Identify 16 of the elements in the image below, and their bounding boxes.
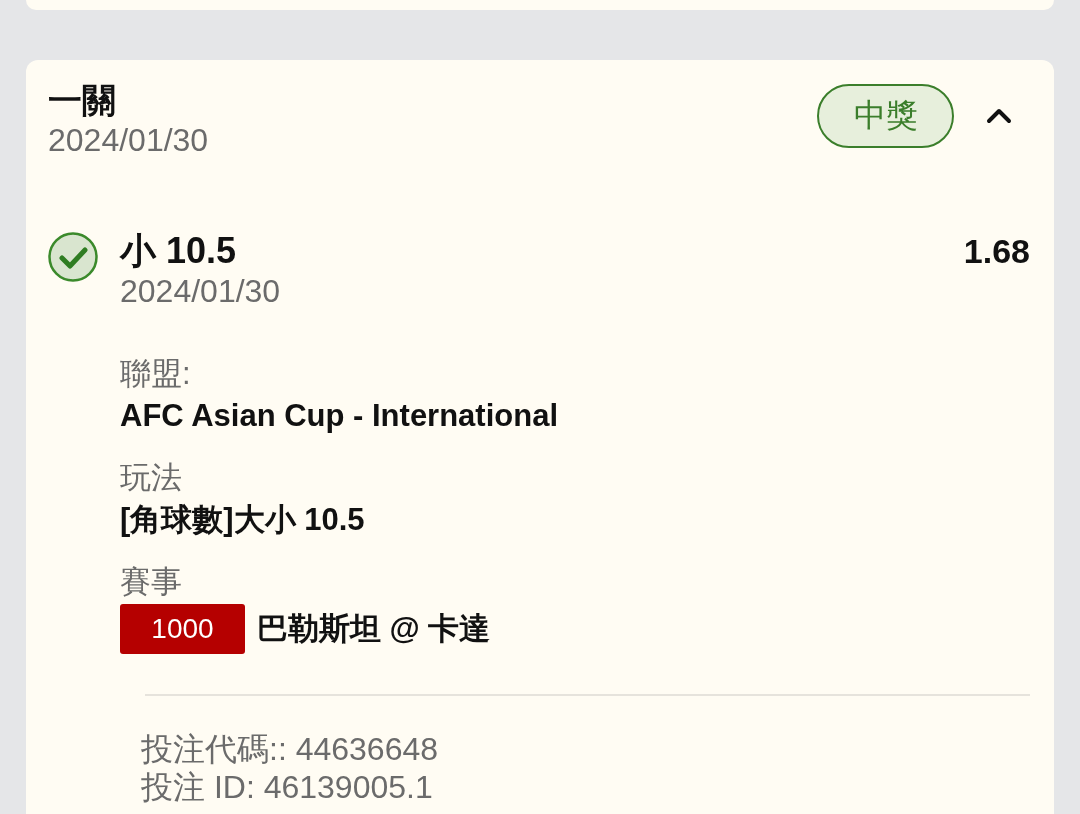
bet-reference: 投注 ID: 46139005.1 [141, 768, 434, 806]
field-value: AFC Asian Cup - International [120, 397, 559, 435]
field-value: [角球數]大小 10.5 [120, 501, 365, 539]
field-label: 玩法 [120, 459, 182, 497]
bet-date: 2024/01/30 [48, 121, 209, 160]
status-badge: 中獎 [817, 84, 954, 148]
odds-value: 1.68 [963, 231, 1030, 272]
bet-title: 一關 [48, 80, 117, 120]
match-code-badge: 1000 [120, 604, 245, 654]
bet-reference: 投注代碼:: 44636648 [141, 730, 440, 768]
selection-date: 2024/01/30 [120, 272, 282, 310]
selection-name: 小 10.5 [120, 230, 237, 272]
field-label: 聯盟: [120, 355, 191, 393]
chevron-up-icon[interactable] [986, 108, 1012, 124]
match-teams: 巴勒斯坦 @ 卡達 [257, 610, 491, 648]
field-label: 賽事 [120, 563, 182, 601]
